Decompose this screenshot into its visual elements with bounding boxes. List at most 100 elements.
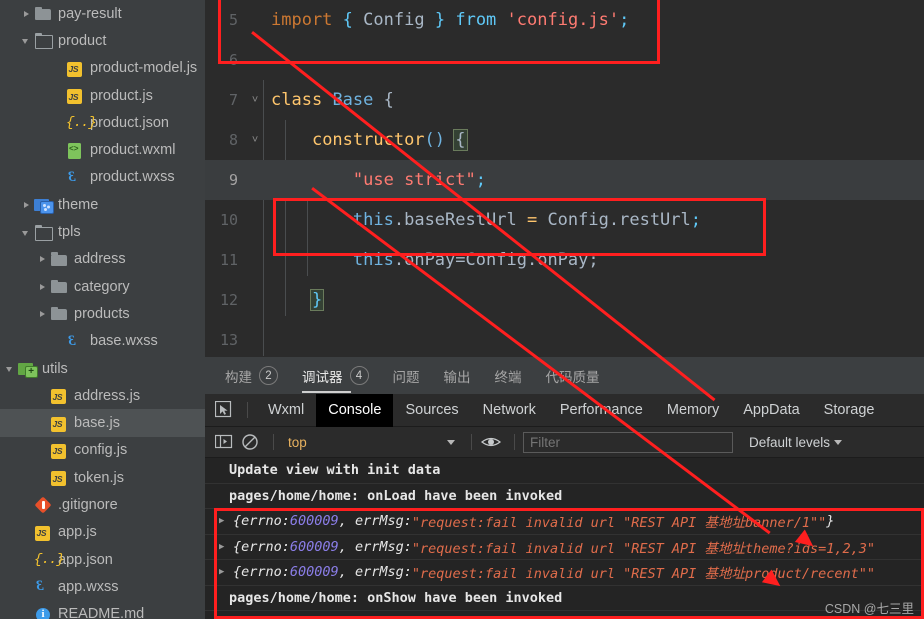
tree-item-address[interactable]: address (0, 246, 205, 273)
tree-item-base-js[interactable]: JS base.js (0, 409, 205, 437)
code-token: import (271, 10, 333, 30)
tree-item--gitignore[interactable]: .gitignore (0, 491, 205, 518)
chevron-right-icon[interactable] (36, 307, 49, 320)
devtools-tab-memory[interactable]: Memory (655, 394, 731, 427)
fold-chevron-icon[interactable]: ˅ (247, 133, 263, 147)
code-line[interactable]: 13 (205, 320, 924, 356)
code-editor[interactable]: 5 import { Config } from 'config.js'; 6 7 ˅ c… (205, 0, 924, 356)
code-text: import { Config } from 'config.js'; (263, 10, 629, 30)
devtools-tab-sources[interactable]: Sources (393, 394, 470, 427)
tree-item-product-wxml[interactable]: product.wxml (0, 136, 205, 163)
wxss-file-icon: 3 (68, 168, 76, 185)
chevron-right-icon[interactable] (20, 198, 33, 211)
ide-tab-count: 2 (259, 366, 278, 385)
code-line[interactable]: 5 import { Config } from 'config.js'; (205, 0, 924, 40)
ide-tab-5[interactable]: 代码质量 (546, 357, 600, 395)
console-text: , errMsg: (338, 513, 412, 530)
code-token: ( (424, 130, 435, 150)
ide-tab-2[interactable]: 问题 (393, 357, 420, 395)
console-line[interactable]: ▶ {errno: 600009, errMsg: "request:fail i… (205, 560, 924, 586)
tree-item-pay-result[interactable]: pay-result (0, 0, 205, 27)
console-output[interactable]: Update view with init data pages/home/hom… (205, 458, 924, 619)
tree-item-tpls[interactable]: tpls (0, 218, 205, 245)
devtools-tab-wxml[interactable]: Wxml (256, 394, 316, 427)
code-line[interactable]: 8 ˅ constructor() { (205, 120, 924, 160)
code-line[interactable]: 12 } (205, 280, 924, 320)
execution-context-selector[interactable]: top (288, 432, 463, 453)
tree-item-app-js[interactable]: JS app.js (0, 519, 205, 546)
devtools-panel[interactable]: Wxml Console Sources Network Performance Memo… (205, 393, 924, 619)
folder-icon (34, 5, 53, 22)
chevron-down-icon[interactable] (20, 34, 33, 47)
clear-console-icon[interactable] (239, 431, 261, 453)
chevron-right-icon[interactable] (36, 280, 49, 293)
line-number: 12 (219, 291, 238, 309)
folder-icon (50, 305, 69, 322)
devtools-tab-console[interactable]: Console (316, 393, 394, 427)
inspect-element-icon[interactable] (211, 398, 237, 422)
code-line[interactable]: 11 this.onPay=Config.onPay; (205, 240, 924, 280)
tree-item-app-wxss[interactable]: 3 app.wxss (0, 573, 205, 600)
console-levels-selector[interactable]: Default levels (749, 435, 843, 450)
tree-item-product-model-js[interactable]: JS product-model.js (0, 55, 205, 82)
project-file-tree[interactable]: pay-result product JS product-model.js JS pro… (0, 0, 205, 619)
chevron-right-icon[interactable] (36, 253, 49, 266)
tree-item-config-js[interactable]: JS config.js (0, 437, 205, 464)
chevron-right-icon[interactable] (20, 7, 33, 20)
tree-item-base-wxss[interactable]: 3 base.wxss (0, 328, 205, 355)
devtools-tabbar[interactable]: Wxml Console Sources Network Performance Memo… (205, 393, 924, 427)
code-line[interactable]: 10 this.baseRestUrl = Config.restUrl; (205, 200, 924, 240)
console-text: {errno: (233, 538, 290, 555)
watermark-text: CSDN @七三里 (824, 602, 914, 616)
console-line[interactable]: pages/home/home: onLoad have been invoke… (205, 484, 924, 509)
console-line[interactable]: Update view with init data (205, 458, 924, 484)
console-sidebar-toggle-icon[interactable] (213, 431, 235, 453)
tree-item-theme[interactable]: theme (0, 191, 205, 218)
chevron-down-icon[interactable] (20, 226, 33, 239)
tree-item-product-json[interactable]: {..} product.json (0, 109, 205, 136)
tree-item-category[interactable]: category (0, 273, 205, 300)
disclosure-triangle-icon[interactable]: ▶ (219, 516, 231, 526)
ide-tab-3[interactable]: 输出 (444, 357, 471, 395)
devtools-tab-storage[interactable]: Storage (812, 394, 887, 427)
ide-tab-4[interactable]: 终端 (495, 357, 522, 395)
code-token: Config (363, 10, 425, 30)
tree-item-products[interactable]: products (0, 300, 205, 327)
ide-tab-1[interactable]: 调试器 4 (302, 357, 369, 395)
disclosure-triangle-icon[interactable]: ▶ (219, 567, 231, 577)
tree-item-product-js[interactable]: JS product.js (0, 82, 205, 109)
devtools-tab-performance[interactable]: Performance (548, 394, 655, 427)
console-filter-input[interactable] (523, 431, 733, 453)
devtools-tab-network[interactable]: Network (471, 394, 548, 427)
console-toolbar[interactable]: top Default levels (205, 427, 924, 458)
tree-item-product[interactable]: product (0, 27, 205, 54)
code-line[interactable]: 9 "use strict"; (205, 160, 924, 200)
ide-tool-window-tabs[interactable]: 构建 2 调试器 4 问题 输出 终端 代码质量 (205, 356, 924, 394)
disclosure-triangle-icon[interactable]: ▶ (219, 542, 231, 552)
fold-chevron-icon[interactable]: ˅ (247, 93, 263, 107)
console-line[interactable]: pages/home/home: onShow have been invoke… (205, 586, 924, 611)
tree-item-app-json[interactable]: {..} app.json (0, 546, 205, 573)
code-line[interactable]: 6 (205, 40, 924, 80)
json-file-icon: {..} (66, 115, 97, 132)
tree-item-utils[interactable]: + utils (0, 355, 205, 382)
live-expression-eye-icon[interactable] (480, 431, 502, 453)
tree-item-product-wxss[interactable]: 3 product.wxss (0, 164, 205, 191)
code-line[interactable]: 7 ˅ class Base { (205, 80, 924, 120)
tree-item-address-js[interactable]: JS address.js (0, 382, 205, 409)
code-token: Config (547, 210, 609, 230)
ide-tab-0[interactable]: 构建 2 (225, 357, 278, 395)
console-line[interactable]: ▶ {errno: 600009, errMsg: "request:fail i… (205, 535, 924, 560)
tree-item-token-js[interactable]: JS token.js (0, 464, 205, 491)
code-token: class (271, 90, 323, 110)
tree-item-label: .gitignore (58, 496, 118, 513)
toolbar-divider (247, 402, 248, 418)
devtools-tab-label: AppData (743, 402, 800, 418)
console-line[interactable]: ▶ {errno: 600009, errMsg: "request:fail i… (205, 509, 924, 535)
tree-item-readme-md[interactable]: README.md (0, 601, 205, 619)
devtools-tab-appdata[interactable]: AppData (731, 394, 811, 427)
chevron-down-icon[interactable] (4, 362, 17, 375)
